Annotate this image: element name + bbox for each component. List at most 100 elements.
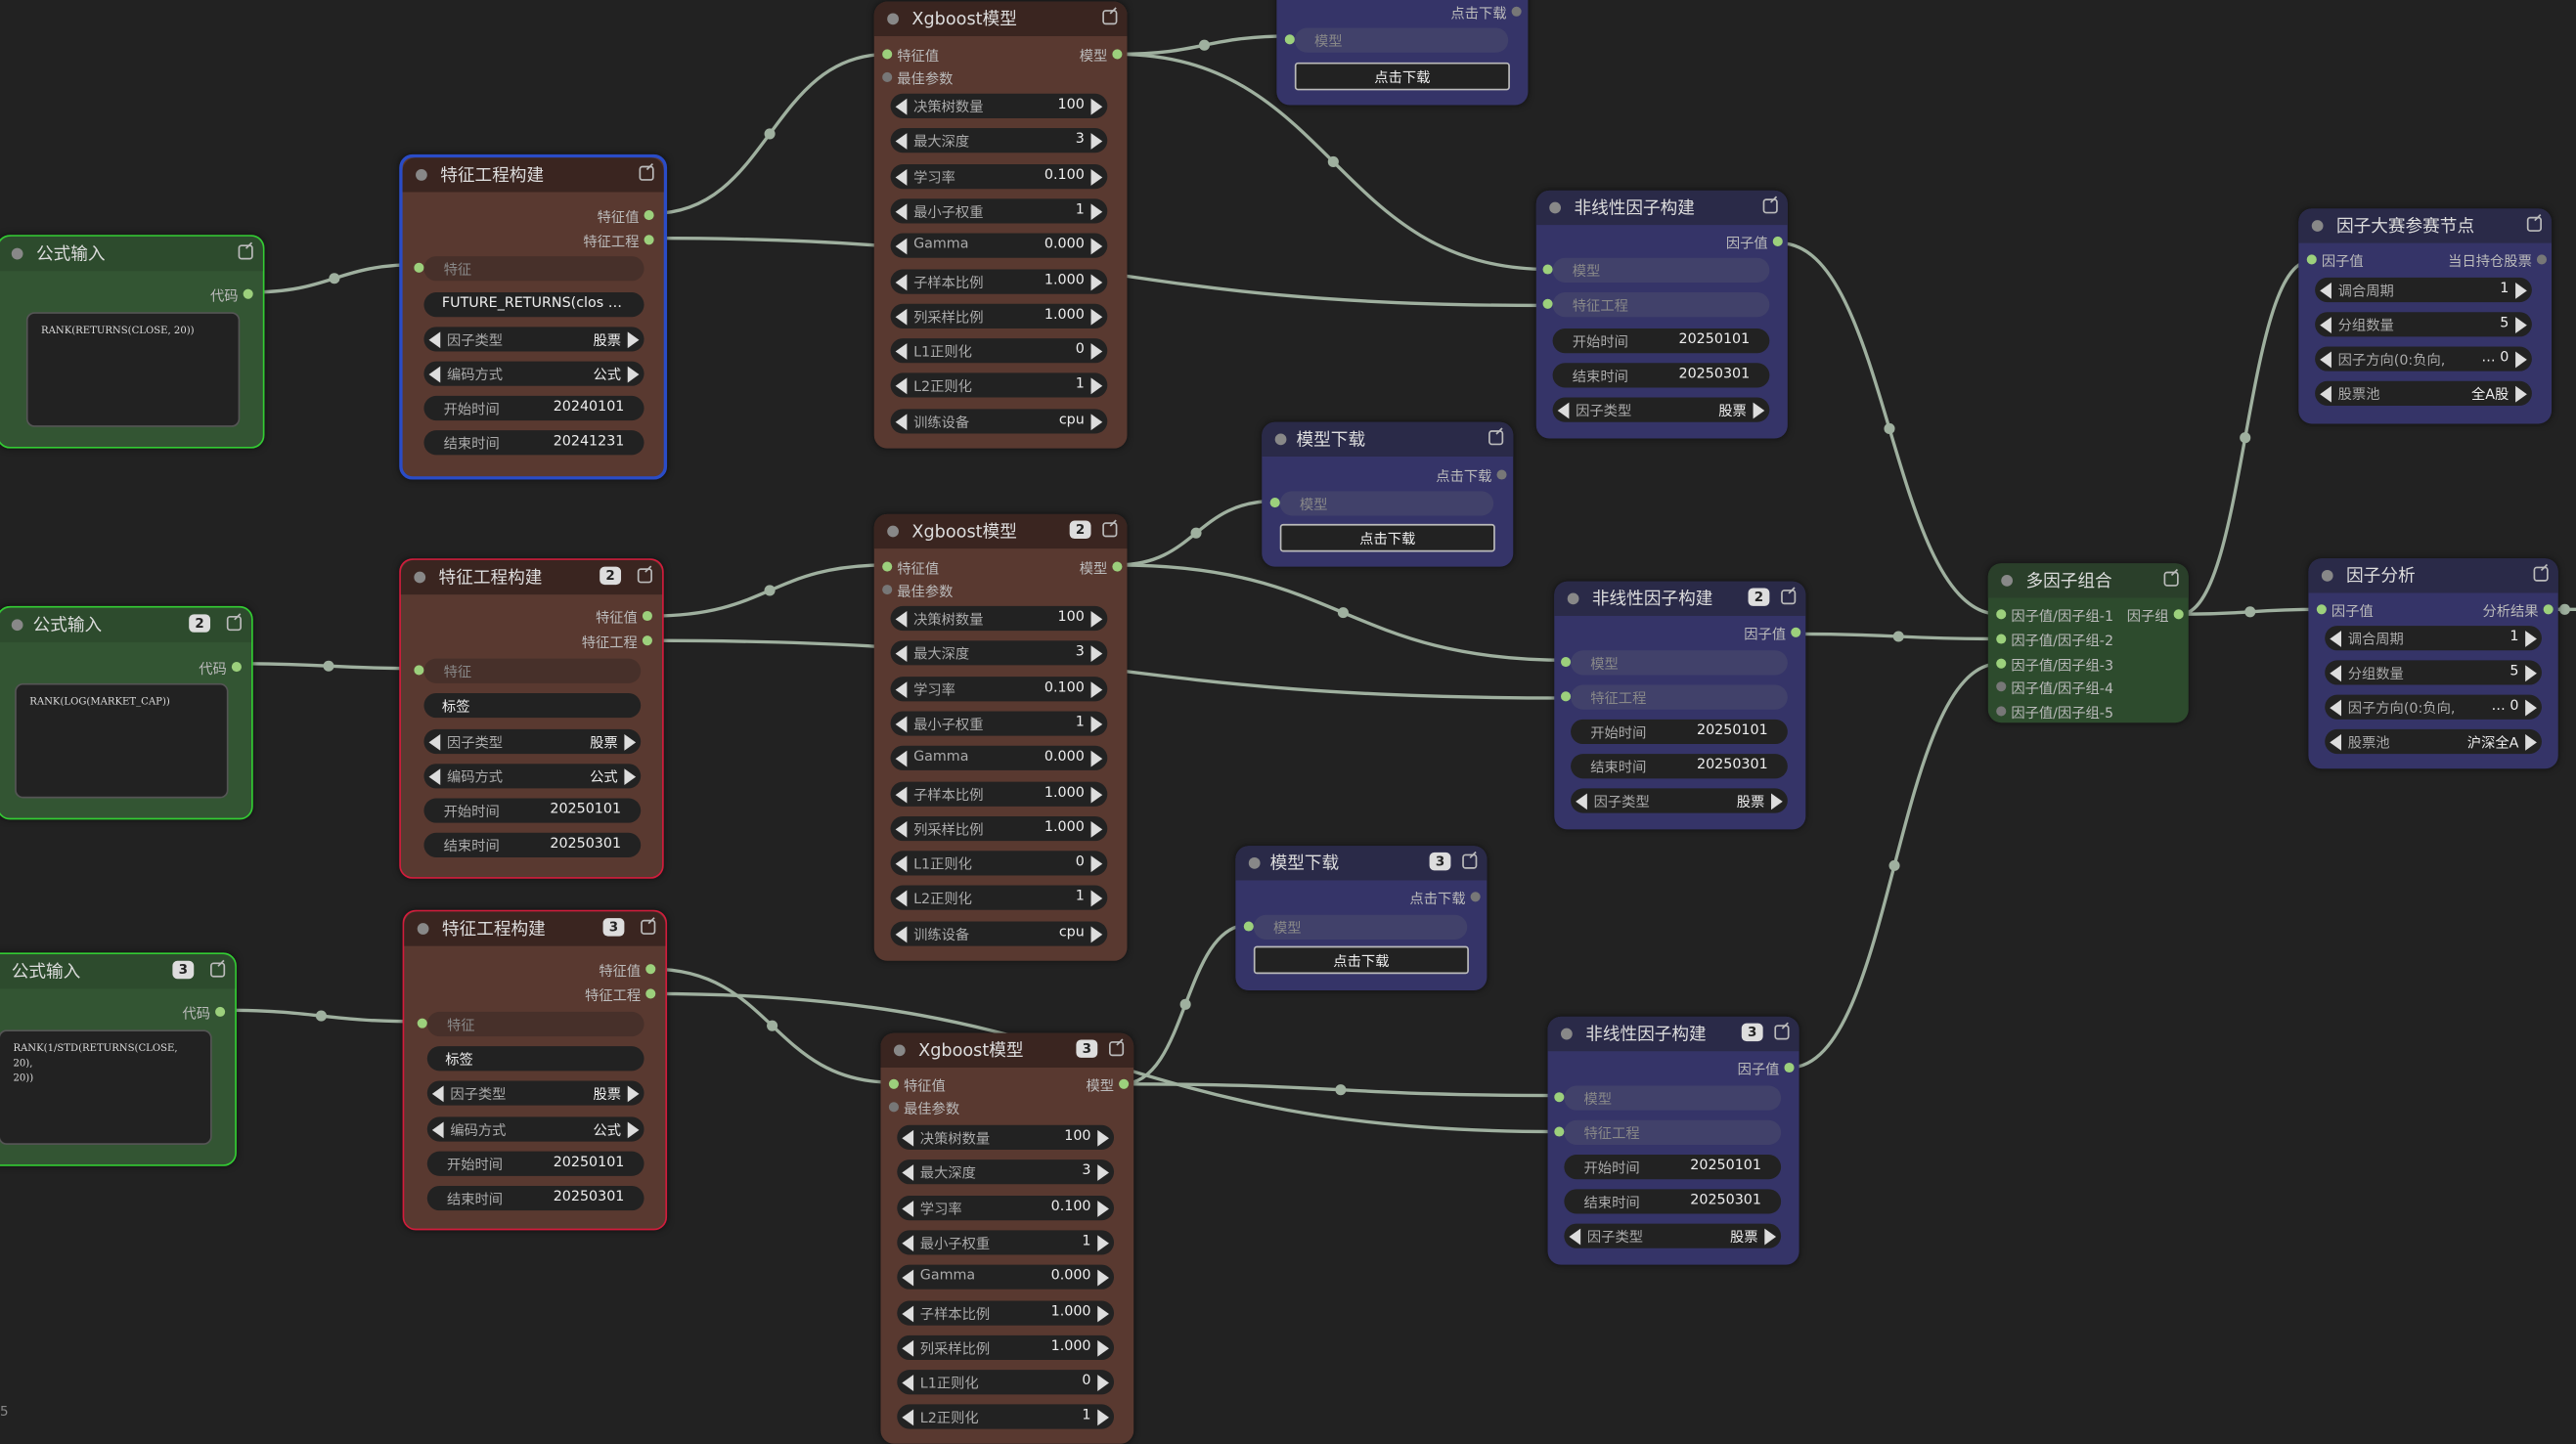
output-port-factor-value[interactable]: 因子值 xyxy=(1726,234,1783,253)
param-stepper[interactable]: 决策树数量 100 xyxy=(890,605,1108,632)
node-header[interactable]: Xgboost模型 2 xyxy=(873,513,1128,549)
arrow-right-icon[interactable] xyxy=(627,1121,640,1139)
input-slot-feature-eng[interactable]: 特征工程 xyxy=(1542,292,1770,318)
arrow-left-icon[interactable] xyxy=(895,645,908,663)
arrow-left-icon[interactable] xyxy=(895,855,908,873)
xgboost-model-node-1[interactable]: Xgboost模型 特征值 最佳参数 模型 决策树数量 100 最大深度 3 学习率 0.… xyxy=(873,1,1128,449)
param-stepper[interactable]: Gamma 0.000 xyxy=(897,1264,1115,1291)
arrow-right-icon[interactable] xyxy=(1090,855,1103,873)
edit-icon[interactable] xyxy=(238,244,253,260)
arrow-left-icon[interactable] xyxy=(2320,317,2332,334)
factor-direction-stepper[interactable]: 因子方向(0:负向,… 0 xyxy=(2325,694,2542,720)
input-slot-feature-eng[interactable]: 特征工程 xyxy=(1561,684,1788,710)
arrow-right-icon[interactable] xyxy=(1097,1164,1109,1182)
output-port-code[interactable]: 代码 xyxy=(182,1003,226,1024)
param-stepper[interactable]: 学习率 0.100 xyxy=(890,676,1108,701)
collapse-dot-icon[interactable] xyxy=(1567,592,1579,605)
output-port-code[interactable]: 代码 xyxy=(210,285,253,305)
factor-analysis-node[interactable]: 因子分析 因子值 分析结果 调合周期 1 分组数量 5 因子方向(0:负向,… 0 … xyxy=(2308,558,2558,769)
factor-type-combo[interactable]: 因子类型 股票 xyxy=(423,327,644,352)
collapse-dot-icon[interactable] xyxy=(2001,575,2013,587)
start-date-field[interactable]: 开始时间 20250101 xyxy=(426,1151,644,1176)
code-textarea[interactable]: RANK(LOG(MARKET_CAP)) xyxy=(15,682,229,799)
arrow-left-icon[interactable] xyxy=(895,133,908,151)
param-stepper[interactable]: 最大深度 3 xyxy=(890,640,1108,666)
param-stepper[interactable]: 最小子权重 1 xyxy=(890,711,1108,736)
edit-icon[interactable] xyxy=(2526,216,2542,232)
param-stepper[interactable]: 训练设备 cpu xyxy=(890,920,1108,946)
end-date-field[interactable]: 结束时间 20250301 xyxy=(1564,1189,1782,1214)
arrow-right-icon[interactable] xyxy=(627,366,640,383)
arrow-left-icon[interactable] xyxy=(895,820,908,838)
arrow-right-icon[interactable] xyxy=(1090,378,1103,395)
node-header[interactable]: 模型下载 3 xyxy=(1235,846,1488,881)
start-date-field[interactable]: 开始时间 20250101 xyxy=(1564,1155,1782,1180)
arrow-left-icon[interactable] xyxy=(895,716,908,733)
nonlinear-factor-node-3[interactable]: 非线性因子构建 3 因子值 模型 特征工程 开始时间 20250101 结束时间 20… xyxy=(1547,1016,1799,1265)
param-stepper[interactable]: 子样本比例 1.000 xyxy=(897,1299,1115,1325)
param-stepper[interactable]: 决策树数量 100 xyxy=(890,93,1108,118)
formula-input-node-2[interactable]: 公式输入 2 代码 RANK(LOG(MARKET_CAP)) xyxy=(0,605,253,820)
arrow-left-icon[interactable] xyxy=(902,1235,914,1251)
edit-icon[interactable] xyxy=(1102,10,1118,25)
edit-icon[interactable] xyxy=(2533,566,2549,582)
arrow-left-icon[interactable] xyxy=(895,785,908,803)
arrow-left-icon[interactable] xyxy=(902,1339,914,1357)
input-slot-model[interactable]: 模型 xyxy=(1561,650,1788,676)
arrow-left-icon[interactable] xyxy=(895,343,908,361)
param-stepper[interactable]: 最小子权重 1 xyxy=(897,1230,1115,1255)
arrow-right-icon[interactable] xyxy=(1097,1339,1109,1357)
arrow-right-icon[interactable] xyxy=(2525,733,2537,751)
arrow-left-icon[interactable] xyxy=(895,203,908,220)
param-stepper[interactable]: 训练设备 cpu xyxy=(890,408,1108,433)
nonlinear-factor-node-1[interactable]: 非线性因子构建 因子值 模型 特征工程 开始时间 20250101 结束时间 202… xyxy=(1535,190,1788,439)
edit-icon[interactable] xyxy=(210,962,226,978)
factor-type-combo[interactable]: 因子类型 股票 xyxy=(1552,397,1770,422)
arrow-left-icon[interactable] xyxy=(895,308,908,326)
arrow-left-icon[interactable] xyxy=(895,168,908,186)
arrow-right-icon[interactable] xyxy=(1090,343,1103,361)
input-port-factor-value[interactable]: 因子值 xyxy=(2316,601,2374,621)
edit-icon[interactable] xyxy=(1488,430,1504,446)
param-stepper[interactable]: 最大深度 3 xyxy=(897,1160,1115,1185)
arrow-left-icon[interactable] xyxy=(1576,793,1587,810)
output-port-download[interactable]: 点击下载 xyxy=(1436,466,1507,486)
arrow-left-icon[interactable] xyxy=(428,331,441,349)
edit-icon[interactable] xyxy=(1462,853,1478,869)
model-download-node-1[interactable]: 点击下载 模型 点击下载 xyxy=(1276,0,1529,106)
arrow-right-icon[interactable] xyxy=(1090,203,1103,220)
start-date-field[interactable]: 开始时间 20250101 xyxy=(423,798,642,823)
input-slot-feature[interactable]: 特征 xyxy=(414,658,642,683)
edit-icon[interactable] xyxy=(1774,1025,1790,1040)
rebalance-period-stepper[interactable]: 调合周期 1 xyxy=(2325,626,2542,651)
node-header[interactable]: 非线性因子构建 3 xyxy=(1547,1016,1799,1052)
output-port-feature-eng[interactable]: 特征工程 xyxy=(585,985,656,1005)
output-port-feature-value[interactable]: 特征值 xyxy=(598,207,654,227)
xgboost-model-node-3[interactable]: Xgboost模型 3 特征值 最佳参数 模型 决策树数量 100 最大深度 3 学习率 0… xyxy=(880,1032,1134,1444)
input-port-feature-value[interactable]: 特征值 xyxy=(882,558,939,578)
arrow-right-icon[interactable] xyxy=(1097,1200,1109,1217)
param-stepper[interactable]: 子样本比例 1.000 xyxy=(890,268,1108,293)
edit-icon[interactable] xyxy=(641,919,656,935)
arrow-right-icon[interactable] xyxy=(1771,793,1783,810)
model-download-node-3[interactable]: 模型下载 3 点击下载 模型 点击下载 xyxy=(1235,846,1488,991)
collapse-dot-icon[interactable] xyxy=(416,169,427,181)
collapse-dot-icon[interactable] xyxy=(893,1044,906,1057)
param-stepper[interactable]: 决策树数量 100 xyxy=(897,1124,1115,1150)
node-header[interactable]: 公式输入 xyxy=(0,236,263,272)
arrow-right-icon[interactable] xyxy=(1097,1269,1109,1287)
input-port-best-params[interactable]: 最佳参数 xyxy=(888,1099,959,1118)
input-port-factor-3[interactable]: 因子值/因子组-3 xyxy=(1996,655,2113,675)
encoding-combo[interactable]: 编码方式 公式 xyxy=(426,1116,644,1142)
arrow-left-icon[interactable] xyxy=(902,1129,914,1147)
arrow-left-icon[interactable] xyxy=(895,680,908,698)
param-stepper[interactable]: Gamma 0.000 xyxy=(890,746,1108,771)
arrow-right-icon[interactable] xyxy=(1090,925,1103,942)
download-button[interactable]: 点击下载 xyxy=(1294,62,1510,91)
start-date-field[interactable]: 开始时间 20250101 xyxy=(1571,719,1788,745)
arrow-right-icon[interactable] xyxy=(627,1085,640,1103)
arrow-left-icon[interactable] xyxy=(902,1410,914,1426)
node-header[interactable]: 多因子组合 xyxy=(1987,563,2189,598)
arrow-right-icon[interactable] xyxy=(2515,351,2527,369)
output-port-holdings[interactable]: 当日持仓股票 xyxy=(2448,251,2548,271)
